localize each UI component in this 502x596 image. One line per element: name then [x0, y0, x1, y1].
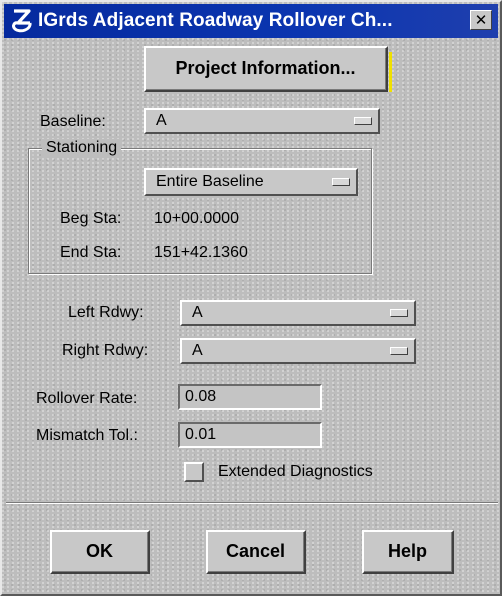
- left-rdwy-value: A: [192, 304, 203, 321]
- baseline-label: Baseline:: [40, 113, 106, 130]
- baseline-value: A: [156, 112, 167, 129]
- right-rdwy-value: A: [192, 342, 203, 359]
- cancel-button-label: Cancel: [225, 541, 286, 561]
- rollover-rate-label: Rollover Rate:: [36, 390, 138, 407]
- rollover-rate-input[interactable]: 0.08: [178, 384, 322, 410]
- left-rdwy-dropdown[interactable]: A: [180, 300, 416, 326]
- button-separator: [6, 502, 498, 504]
- end-sta-value: 151+42.1360: [154, 244, 248, 261]
- close-button[interactable]: ✕: [470, 10, 492, 30]
- dropdown-arrow-icon: [390, 347, 408, 355]
- left-rdwy-label: Left Rdwy:: [68, 304, 144, 321]
- dialog-window: IGrds Adjacent Roadway Rollover Ch... ✕ …: [0, 0, 502, 596]
- cancel-button[interactable]: Cancel: [206, 530, 306, 574]
- right-rdwy-label: Right Rdwy:: [62, 342, 149, 359]
- dropdown-arrow-icon: [332, 178, 350, 186]
- baseline-dropdown[interactable]: A: [144, 108, 380, 134]
- ok-button[interactable]: OK: [50, 530, 150, 574]
- app-logo-icon: [8, 6, 36, 36]
- beg-sta-value: 10+00.0000: [154, 210, 239, 227]
- title-bar[interactable]: IGrds Adjacent Roadway Rollover Ch... ✕: [4, 4, 498, 38]
- mismatch-tol-label: Mismatch Tol.:: [36, 427, 138, 444]
- end-sta-label: End Sta:: [60, 244, 122, 261]
- extended-diagnostics-label[interactable]: Extended Diagnostics: [218, 463, 373, 481]
- focus-indicator: [389, 52, 392, 92]
- dropdown-arrow-icon: [354, 117, 372, 125]
- mismatch-tol-input[interactable]: 0.01: [178, 422, 322, 448]
- stationing-range-dropdown[interactable]: Entire Baseline: [144, 168, 358, 196]
- window-title: IGrds Adjacent Roadway Rollover Ch...: [38, 10, 393, 31]
- project-information-label: Project Information...: [175, 58, 356, 78]
- help-button[interactable]: Help: [362, 530, 454, 574]
- stationing-range-value: Entire Baseline: [156, 173, 264, 190]
- dropdown-arrow-icon: [390, 309, 408, 317]
- ok-button-label: OK: [86, 541, 113, 561]
- help-button-label: Help: [387, 541, 427, 561]
- stationing-group-title: Stationing: [42, 139, 122, 157]
- project-information-button[interactable]: Project Information...: [144, 46, 388, 92]
- close-icon: ✕: [474, 11, 488, 29]
- right-rdwy-dropdown[interactable]: A: [180, 338, 416, 364]
- beg-sta-label: Beg Sta:: [60, 210, 122, 227]
- extended-diagnostics-checkbox[interactable]: [184, 462, 204, 482]
